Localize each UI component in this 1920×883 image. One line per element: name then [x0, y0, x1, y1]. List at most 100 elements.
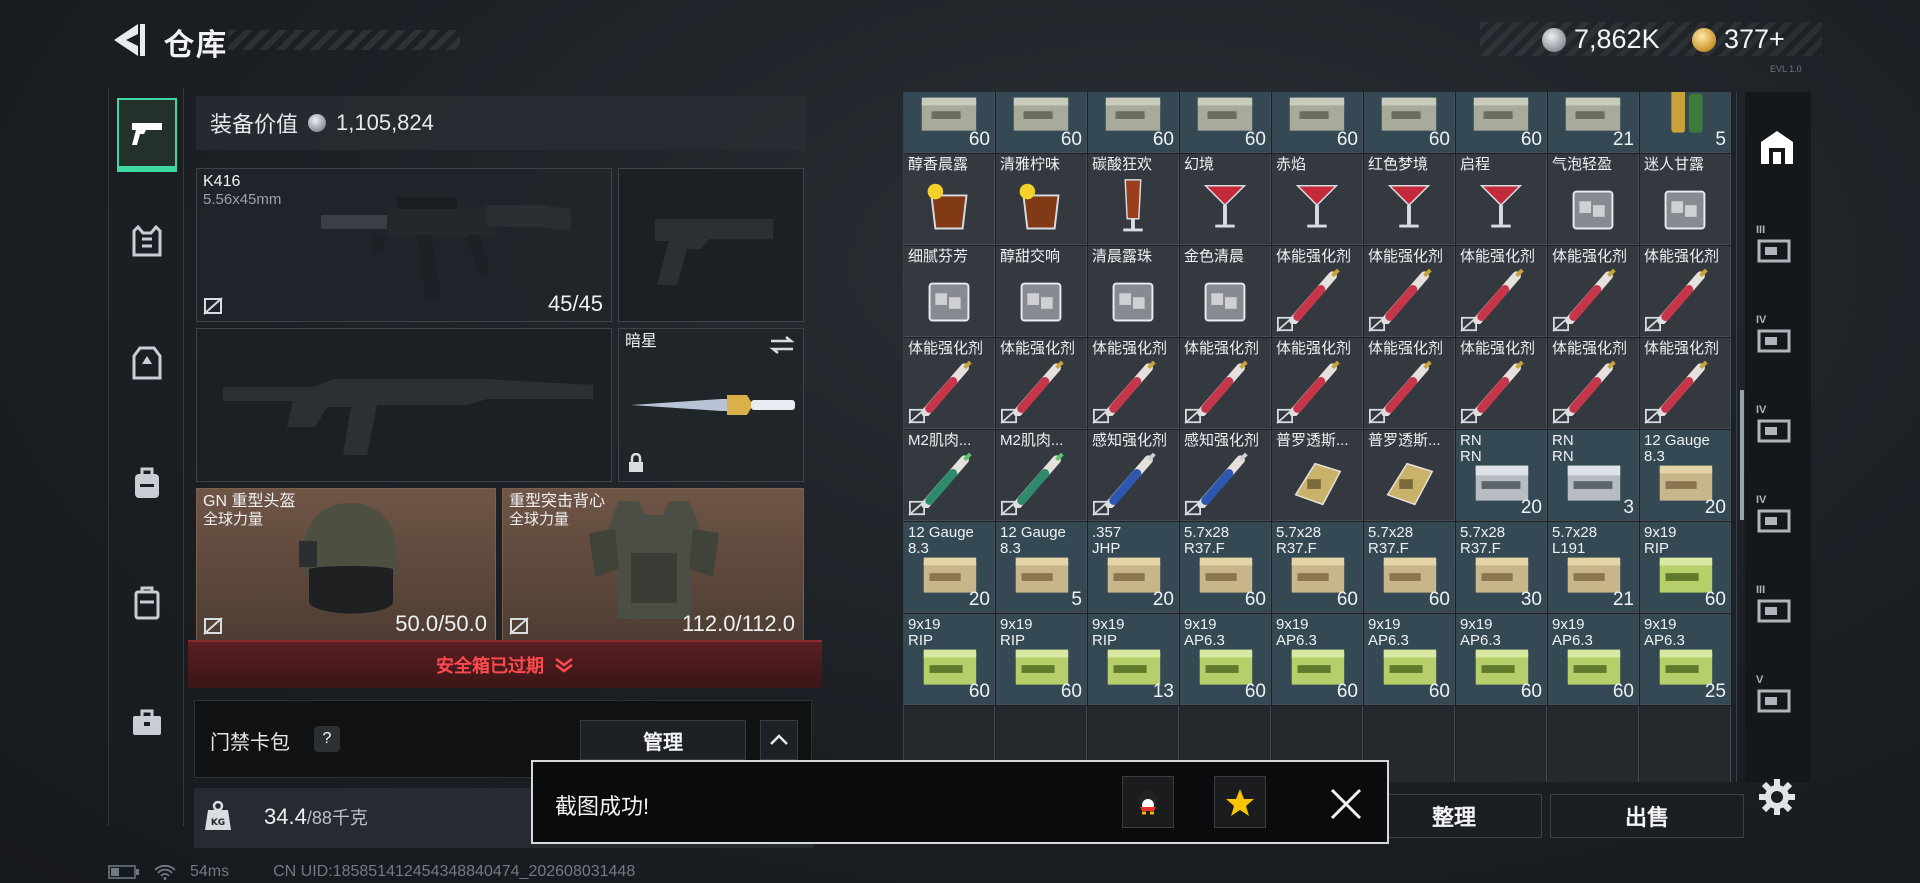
inventory-item[interactable]: 9x19 RIP 13 [1088, 614, 1179, 705]
inventory-item[interactable]: 醇甜交响 [996, 246, 1087, 337]
inventory-item[interactable]: 赤焰 [1272, 154, 1363, 245]
back-button[interactable] [108, 18, 148, 62]
inventory-item[interactable]: 9x19 AP6.3 60 [1456, 614, 1547, 705]
rail-case-button[interactable] [117, 568, 177, 638]
gold-currency[interactable]: 377+ [1692, 24, 1785, 55]
inventory-item[interactable]: 体能强化剂 [1364, 338, 1455, 429]
inventory-item[interactable]: 体能强化剂 [1640, 338, 1731, 429]
inventory-item[interactable]: 体能强化剂 [1180, 338, 1271, 429]
share-qzone-button[interactable] [1214, 776, 1266, 828]
rail-armor-button[interactable] [117, 328, 177, 398]
sell-button[interactable]: 出售 [1550, 794, 1744, 838]
empty-inventory-slot[interactable] [1548, 706, 1639, 782]
storage-tier-tab[interactable]: IV [1752, 492, 1802, 542]
inventory-item[interactable]: 5.7x28 R37.F 60 [1364, 522, 1455, 613]
inventory-item[interactable]: 感知强化剂 [1088, 430, 1179, 521]
safe-box-expired-bar[interactable]: 安全箱已过期 [188, 640, 822, 688]
inventory-item[interactable]: 体能强化剂 [1272, 338, 1363, 429]
inventory-item[interactable]: 5.7x28 R37.F 60 [1180, 522, 1271, 613]
inventory-item[interactable]: RN RN 3 [1548, 430, 1639, 521]
inventory-item[interactable]: M2肌肉... [996, 430, 1087, 521]
inventory-item[interactable]: 5.7x28 R37.F 30 [1456, 522, 1547, 613]
storage-tier-tab[interactable]: III [1752, 582, 1802, 632]
inventory-item[interactable]: 5.7x28 R37.F 60 [1272, 522, 1363, 613]
secondary-weapon-slot[interactable] [196, 328, 612, 482]
rail-vest-button[interactable] [117, 206, 177, 276]
inventory-item[interactable]: 9x19 AP6.3 60 [1272, 614, 1363, 705]
storage-tier-tab[interactable]: V [1752, 672, 1802, 722]
inventory-item[interactable]: 体能强化剂 [1456, 338, 1547, 429]
inventory-item[interactable]: 清雅柠味 [996, 154, 1087, 245]
inventory-item[interactable]: 12 Gauge 8.3 20 [904, 522, 995, 613]
sort-button[interactable]: 整理 [1366, 794, 1542, 838]
inventory-item[interactable]: 60 [1456, 92, 1547, 153]
inventory-item[interactable]: 60 [996, 92, 1087, 153]
inventory-item[interactable]: 碳酸狂欢 [1088, 154, 1179, 245]
inventory-item[interactable]: 幻境 [1180, 154, 1271, 245]
storage-home-tab[interactable] [1752, 122, 1802, 172]
inventory-item[interactable]: 气泡轻盈 [1548, 154, 1639, 245]
inventory-item[interactable]: 普罗透斯... [1364, 430, 1455, 521]
inventory-item[interactable]: 9x19 AP6.3 60 [1548, 614, 1639, 705]
inventory-item[interactable]: 12 Gauge 8.3 5 [996, 522, 1087, 613]
rail-briefcase-button[interactable] [117, 688, 177, 758]
inventory-item[interactable]: 9x19 RIP 60 [904, 614, 995, 705]
inventory-item[interactable]: 金色清晨 [1180, 246, 1271, 337]
gear-icon[interactable] [1756, 776, 1798, 818]
inventory-item[interactable]: 体能强化剂 [1640, 246, 1731, 337]
swap-icon[interactable] [769, 335, 795, 355]
inventory-item[interactable]: 清晨露珠 [1088, 246, 1179, 337]
storage-tier-tab[interactable]: III [1752, 222, 1802, 272]
inventory-item[interactable]: 感知强化剂 [1180, 430, 1271, 521]
inventory-item[interactable]: 5.7x28 L191 21 [1548, 522, 1639, 613]
share-qq-button[interactable] [1122, 776, 1174, 828]
inventory-item[interactable]: 60 [1180, 92, 1271, 153]
inventory-item[interactable]: 体能强化剂 [1364, 246, 1455, 337]
inventory-grid[interactable]: 60 60 60 60 60 60 60 21 5 醇香晨露 清雅柠味 碳酸狂欢 幻境 赤焰 红色梦境 启程 气… [903, 92, 1737, 782]
inventory-item[interactable]: 体能强化剂 [1548, 246, 1639, 337]
inventory-item[interactable]: 21 [1548, 92, 1639, 153]
body-armor-slot[interactable]: 重型突击背心 全球力量 112.0/112.0 [502, 488, 804, 642]
sidearm-slot[interactable] [618, 168, 804, 322]
helmet-slot[interactable]: GN 重型头盔 全球力量 50.0/50.0 [196, 488, 496, 642]
melee-slot[interactable]: 暗星 [618, 328, 804, 482]
manage-button[interactable]: 管理 [580, 720, 746, 760]
inventory-item[interactable]: M2肌肉... [904, 430, 995, 521]
inventory-item[interactable]: 9x19 AP6.3 25 [1640, 614, 1731, 705]
inventory-item[interactable]: 9x19 RIP 60 [996, 614, 1087, 705]
inventory-item[interactable]: 体能强化剂 [1088, 338, 1179, 429]
inventory-item[interactable]: 5 [1640, 92, 1731, 153]
inventory-item[interactable]: 60 [1364, 92, 1455, 153]
storage-tier-tab[interactable]: IV [1752, 402, 1802, 452]
empty-inventory-slot[interactable] [1456, 706, 1547, 782]
storage-tier-tab[interactable]: IV [1752, 312, 1802, 362]
inventory-item[interactable]: 体能强化剂 [1456, 246, 1547, 337]
inventory-item[interactable]: RN RN 20 [1456, 430, 1547, 521]
inventory-item[interactable]: 细腻芬芳 [904, 246, 995, 337]
inventory-scrollbar[interactable] [1740, 390, 1744, 520]
help-icon[interactable]: ? [314, 726, 340, 752]
inventory-item[interactable]: 体能强化剂 [904, 338, 995, 429]
primary-weapon-slot[interactable]: K416 5.56x45mm 45/45 [196, 168, 612, 322]
collapse-button[interactable] [760, 720, 798, 760]
inventory-item[interactable]: 启程 [1456, 154, 1547, 245]
inventory-item[interactable]: 体能强化剂 [1548, 338, 1639, 429]
empty-inventory-slot[interactable] [1640, 706, 1731, 782]
inventory-item[interactable]: 60 [904, 92, 995, 153]
inventory-item[interactable]: 12 Gauge 8.3 20 [1640, 430, 1731, 521]
silver-currency[interactable]: 7,862K [1542, 24, 1660, 55]
inventory-item[interactable]: .357 JHP 20 [1088, 522, 1179, 613]
inventory-item[interactable]: 60 [1088, 92, 1179, 153]
inventory-item[interactable]: 9x19 RIP 60 [1640, 522, 1731, 613]
inventory-item[interactable]: 迷人甘露 [1640, 154, 1731, 245]
inventory-item[interactable]: 体能强化剂 [996, 338, 1087, 429]
inventory-item[interactable]: 体能强化剂 [1272, 246, 1363, 337]
rail-backpack-button[interactable] [117, 448, 177, 518]
inventory-item[interactable]: 普罗透斯... [1272, 430, 1363, 521]
rail-weapons-button[interactable] [117, 98, 177, 172]
inventory-item[interactable]: 醇香晨露 [904, 154, 995, 245]
inventory-item[interactable]: 9x19 AP6.3 60 [1180, 614, 1271, 705]
inventory-item[interactable]: 60 [1272, 92, 1363, 153]
close-icon[interactable] [1328, 786, 1364, 822]
inventory-item[interactable]: 红色梦境 [1364, 154, 1455, 245]
